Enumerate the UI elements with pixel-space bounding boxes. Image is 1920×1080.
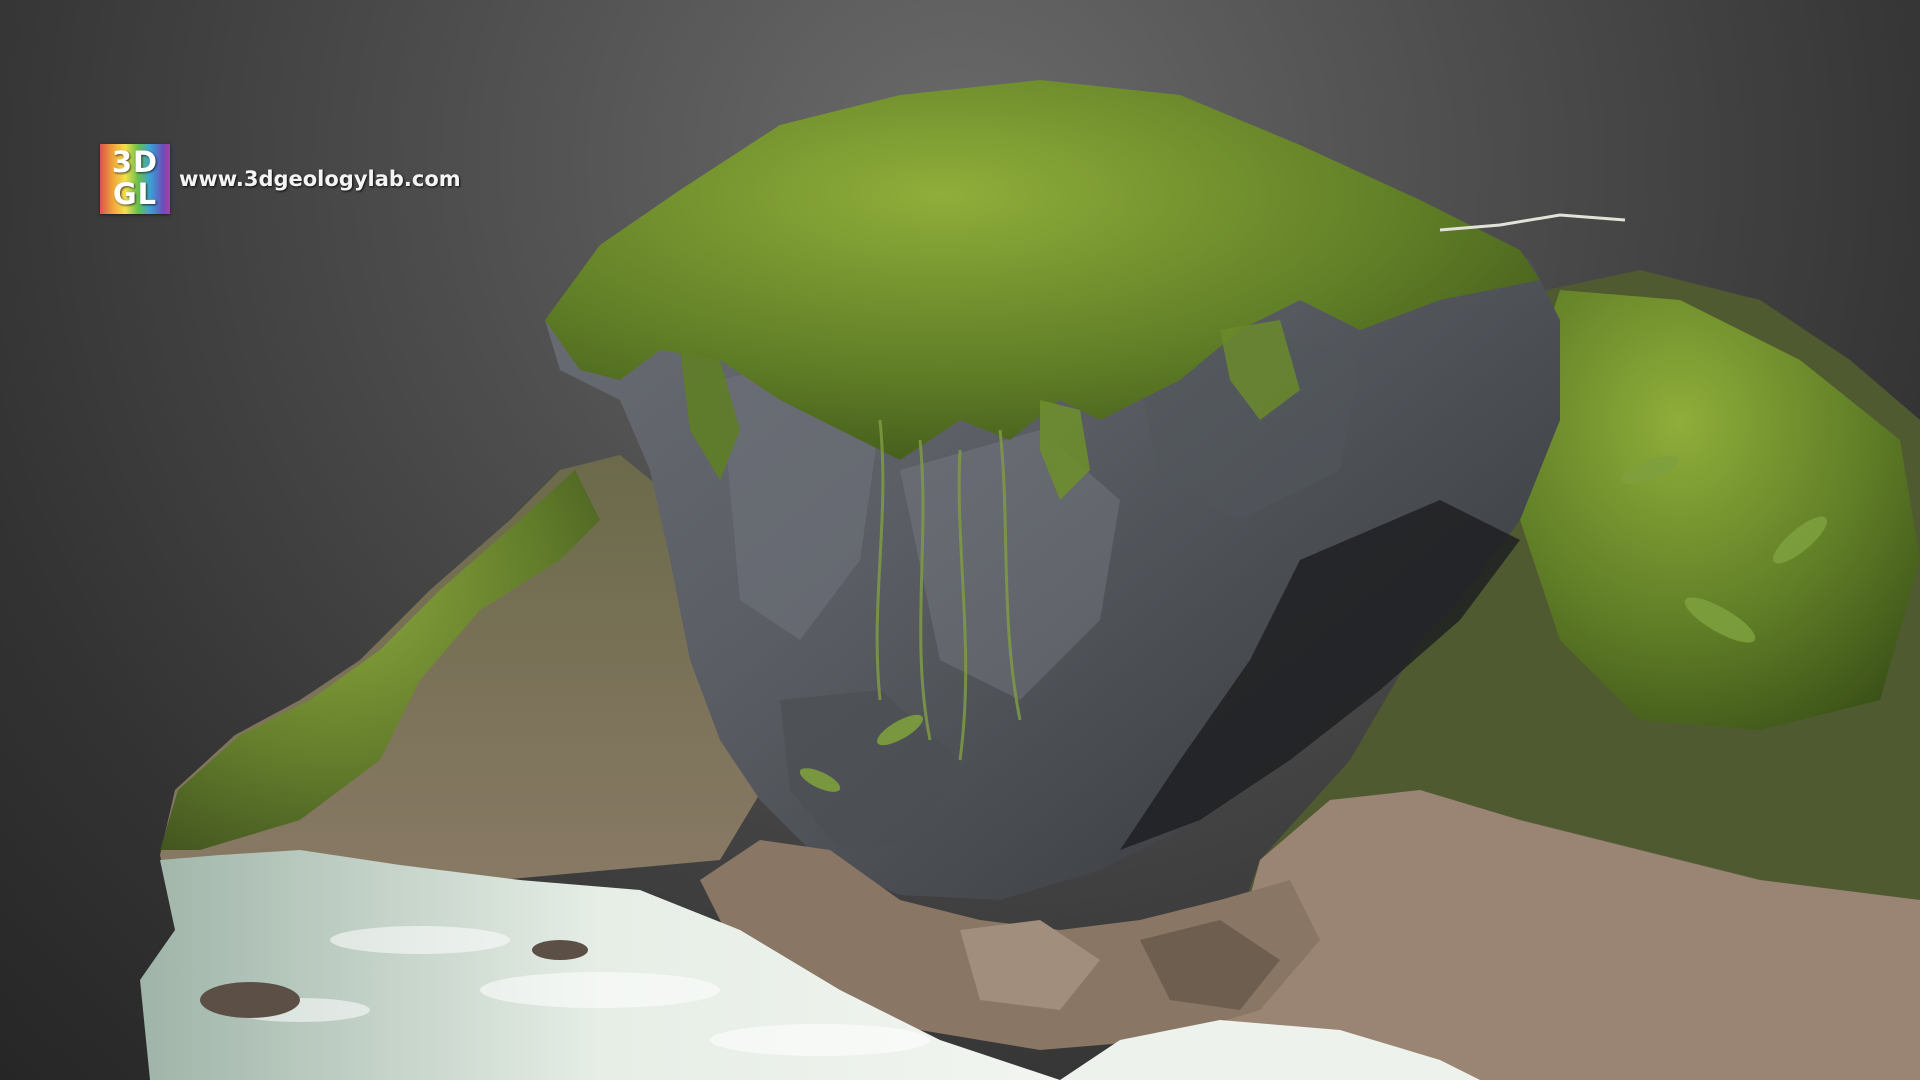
model-viewer[interactable]: 3D GL www.3dgeologylab.com (0, 0, 1920, 1080)
brand-logo: 3D GL www.3dgeologylab.com (100, 144, 461, 214)
logo-line2: GL (112, 177, 158, 211)
logo-url-text: www.3dgeologylab.com (179, 167, 461, 191)
3dgl-logo-icon: 3D GL (100, 144, 170, 214)
logo-line1: 3D (111, 145, 159, 179)
